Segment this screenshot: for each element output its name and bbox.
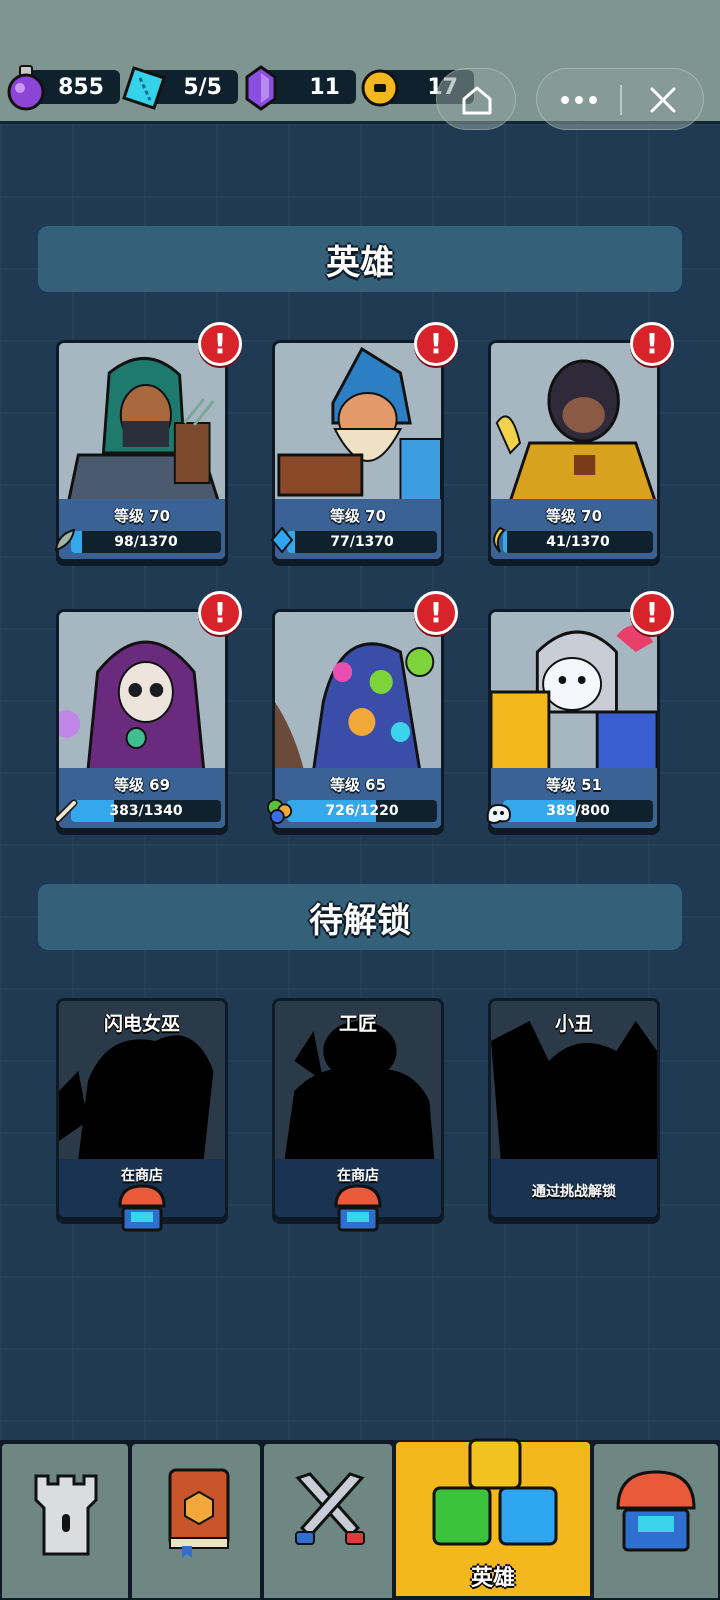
slime-mage-portrait	[275, 612, 441, 770]
hero-info: 等级 51 389/800	[491, 768, 657, 828]
ticket-icon	[122, 66, 166, 110]
heroes-section-title: 英雄	[38, 226, 682, 292]
hero-level: 等级 70	[113, 507, 171, 525]
close-button[interactable]	[621, 69, 705, 131]
shard-progress-text: 726/1220	[325, 803, 399, 819]
hero-card-ranger[interactable]: 等级 70 98/1370	[56, 340, 228, 562]
nav-battle[interactable]	[262, 1442, 394, 1600]
more-icon	[561, 96, 597, 104]
hero-level: 等级 65	[329, 776, 387, 794]
locked-title-text: 待解锁	[309, 900, 411, 941]
home-capsule[interactable]	[436, 68, 516, 130]
ranger-portrait	[59, 343, 225, 501]
gem-count: 11	[309, 74, 340, 100]
hero-level: 等级 70	[329, 507, 387, 525]
locked-hero-name: 工匠	[338, 1013, 377, 1035]
heroes-cubes-icon	[432, 1438, 558, 1546]
book-icon	[168, 1468, 230, 1558]
hero-card-slime-mage[interactable]: 等级 65 726/1220	[272, 609, 444, 831]
ticket-count: 5/5	[183, 74, 222, 100]
hero-alert-badge: !	[414, 322, 458, 366]
necromancer-portrait	[59, 612, 225, 770]
shard-progress-text: 41/1370	[546, 534, 610, 550]
heroes-title-text: 英雄	[326, 242, 394, 283]
feather-shard-icon	[54, 528, 76, 552]
shard-progress-text: 383/1340	[109, 803, 183, 819]
hero-alert-badge: !	[630, 591, 674, 635]
locked-hero-clown[interactable]: 小丑 通过挑战解锁	[488, 998, 660, 1220]
more-button[interactable]	[537, 69, 621, 131]
hero-info: 等级 70 77/1370	[275, 499, 441, 559]
shop-icon	[334, 1184, 382, 1232]
shard-progress-bar: 41/1370	[503, 531, 653, 553]
nav-shop[interactable]	[592, 1442, 720, 1600]
shop-icon	[118, 1184, 166, 1232]
nav-book[interactable]	[130, 1442, 262, 1600]
hero-info: 等级 70 41/1370	[491, 499, 657, 559]
hero-level: 等级 70	[545, 507, 603, 525]
nav-heroes[interactable]: 英雄	[394, 1438, 592, 1598]
wizard-portrait	[275, 343, 441, 501]
shard-progress-bar: 389/800	[503, 800, 653, 822]
hero-alert-badge: !	[414, 591, 458, 635]
crossed-swords-icon	[295, 1472, 365, 1545]
shard-progress-text: 98/1370	[114, 534, 178, 550]
coin-icon	[361, 69, 399, 107]
slime-shard-icon	[266, 798, 293, 825]
home-icon	[462, 86, 492, 115]
shard-progress-bar: 383/1340	[71, 800, 221, 822]
potion-count: 855	[58, 74, 104, 100]
hero-card-wizard[interactable]: 等级 70 77/1370	[272, 340, 444, 562]
hero-info: 等级 69 383/1340	[59, 768, 225, 828]
ghost-shard-icon	[486, 803, 512, 824]
bone-shard-icon	[54, 799, 78, 823]
castle-icon	[34, 1474, 98, 1556]
shard-progress-bar: 77/1370	[287, 531, 437, 553]
gorilla-portrait	[491, 343, 657, 501]
nav-castle[interactable]	[0, 1442, 130, 1600]
unlock-hint: 通过挑战解锁	[532, 1184, 616, 1200]
hero-card-necromancer[interactable]: 等级 69 383/1340	[56, 609, 228, 831]
hero-info: 等级 65 726/1220	[275, 768, 441, 828]
hero-alert-badge: !	[630, 322, 674, 366]
shard-progress-text: 77/1370	[330, 534, 394, 550]
shard-progress-text: 389/800	[546, 803, 610, 819]
hero-level: 等级 69	[113, 776, 171, 794]
locked-hero-name: 闪电女巫	[103, 1013, 180, 1035]
banana-shard-icon	[493, 526, 506, 553]
crystal-shard-icon	[270, 526, 294, 554]
potion-icon	[7, 65, 45, 111]
locked-section-title: 待解锁	[38, 884, 682, 950]
shard-progress-bar: 98/1370	[71, 531, 221, 553]
hero-info: 等级 70 98/1370	[59, 499, 225, 559]
knight-portrait	[491, 612, 657, 770]
menu-capsule	[536, 68, 704, 130]
close-icon	[650, 87, 676, 113]
locked-hero-info: 通过挑战解锁	[491, 1159, 657, 1217]
hero-alert-badge: !	[198, 322, 242, 366]
hero-level: 等级 51	[545, 776, 603, 794]
gem-icon	[245, 65, 277, 111]
hero-card-gorilla[interactable]: 等级 70 41/1370	[488, 340, 660, 562]
nav-heroes-label: 英雄	[470, 1566, 515, 1591]
shard-progress-bar: 726/1220	[287, 800, 437, 822]
hero-alert-badge: !	[198, 591, 242, 635]
locked-hero-name: 小丑	[554, 1013, 593, 1035]
shop-icon	[616, 1470, 696, 1552]
hero-card-knight[interactable]: 等级 51 389/800	[488, 609, 660, 831]
